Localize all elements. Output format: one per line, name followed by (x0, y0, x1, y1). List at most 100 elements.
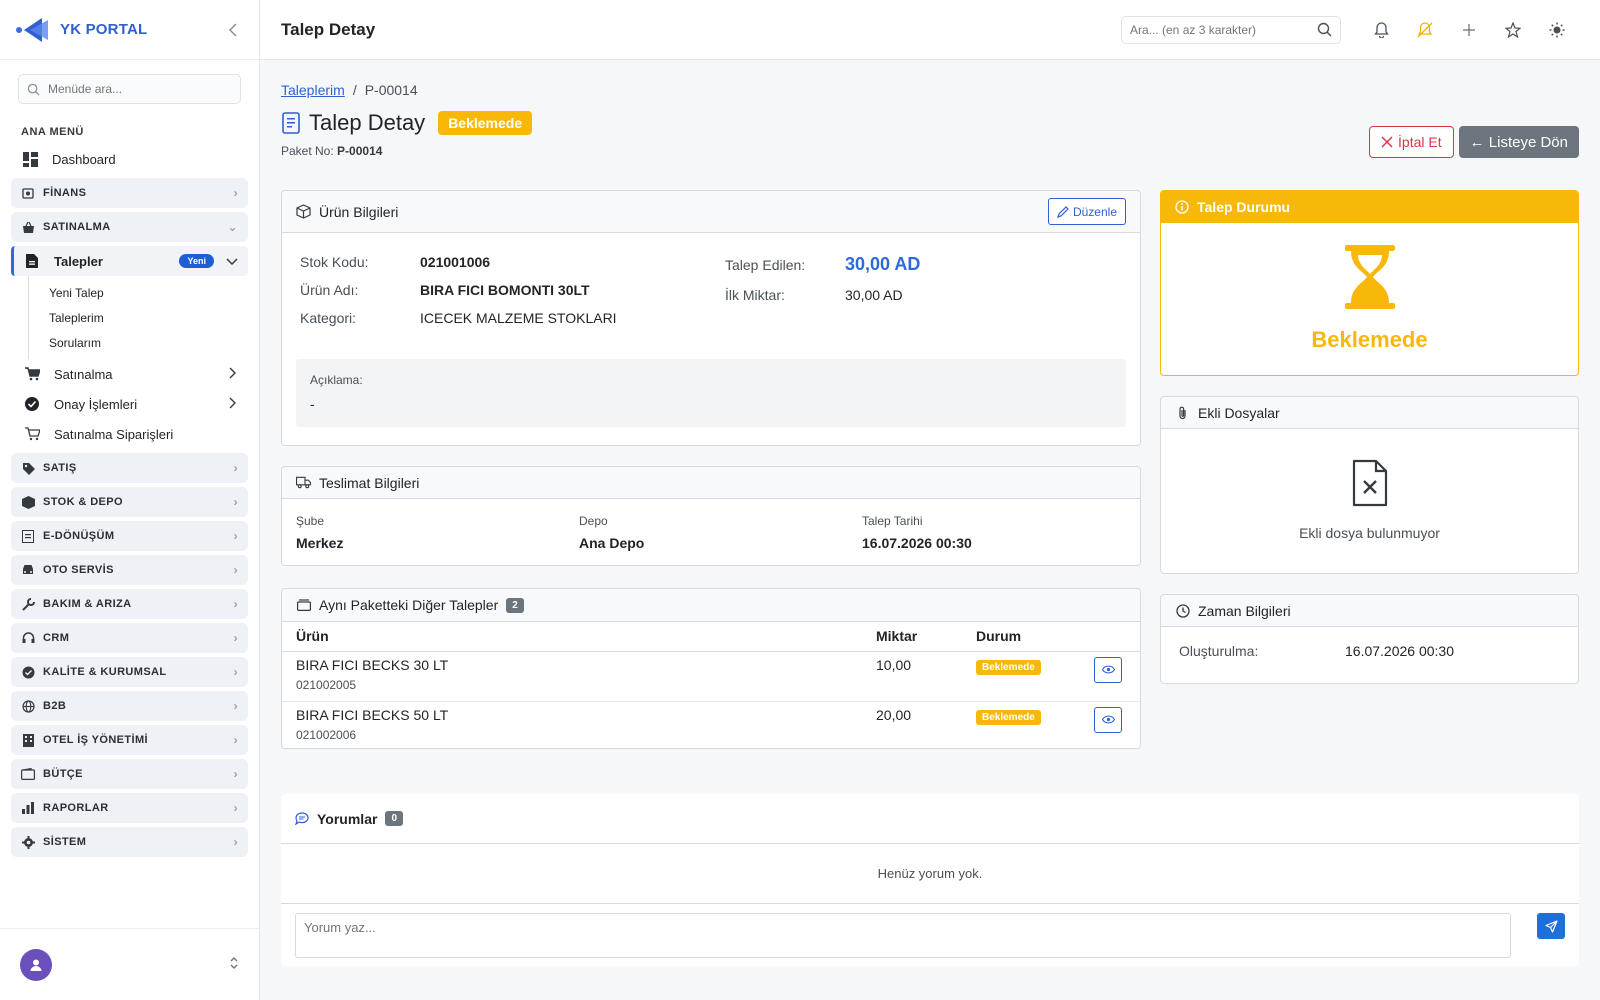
global-search[interactable] (1121, 15, 1341, 44)
request-status-header: Talep Durumu (1161, 191, 1578, 223)
search-icon[interactable] (1317, 22, 1332, 37)
product-name-row: Ürün Adı: BIRA FICI BOMONTI 30LT (300, 282, 590, 298)
sidebar-group-satis[interactable]: SATIŞ › (11, 453, 248, 483)
sidebar-group-label: RAPORLAR (43, 802, 109, 814)
sidebar-item-satinalma[interactable]: Satınalma (0, 359, 259, 389)
request-status-title: Talep Durumu (1197, 199, 1291, 215)
sidebar-item-dashboard[interactable]: Dashboard (0, 144, 259, 174)
sun-icon[interactable] (1535, 15, 1579, 45)
cancel-button[interactable]: İptal Et (1369, 126, 1454, 158)
topbar-icons (1359, 15, 1579, 45)
request-date-value: 16.07.2026 00:30 (862, 535, 972, 551)
sidebar-item-talepler[interactable]: Talepler Yeni (11, 246, 248, 276)
sidebar-group-label: STOK & DEPO (43, 496, 123, 508)
table-row: BIRA FICI BECKS 50 LT 021002006 20,00 Be… (282, 701, 1140, 751)
other-requests-header: Aynı Paketteki Diğer Talepler 2 (282, 589, 1140, 622)
comment-input[interactable] (295, 913, 1511, 958)
chat-icon (295, 812, 309, 825)
row-product-code: 021002006 (296, 727, 357, 742)
bell-slash-icon[interactable] (1403, 15, 1447, 45)
sidebar-group-stok[interactable]: STOK & DEPO › (11, 487, 248, 517)
category-label: Kategori: (300, 310, 357, 326)
product-card-title: Ürün Bilgileri (319, 203, 399, 220)
requested-value: 30,00 AD (845, 254, 921, 274)
status-cell: Beklemede (962, 701, 1080, 751)
edit-button[interactable]: Düzenle (1047, 198, 1126, 225)
tag-icon (21, 461, 35, 475)
sidebar-group-otel[interactable]: OTEL İŞ YÖNETİMİ › (11, 725, 248, 755)
chevron-right-icon: › (233, 767, 238, 781)
logo[interactable] (16, 13, 50, 47)
requested-row: Talep Edilen: 30,00 AD (725, 254, 920, 275)
sidebar-item-label: Satınalma (54, 366, 113, 382)
row-quantity: 10,00 (862, 651, 962, 702)
detail-title: Talep Detay (309, 110, 426, 135)
sidebar-group-crm[interactable]: CRM › (11, 623, 248, 653)
global-search-input[interactable] (1130, 22, 1310, 37)
file-icon (24, 253, 40, 269)
time-info-header: Zaman Bilgileri (1161, 595, 1578, 627)
back-to-list-button[interactable]: ← Listeye Dön (1458, 126, 1579, 158)
cancel-label: İptal Et (1398, 134, 1442, 150)
building-icon (21, 733, 35, 747)
sidebar-item-onay[interactable]: Onay İşlemleri (0, 389, 259, 419)
sidebar-group-bakim[interactable]: BAKIM & ARIZA › (11, 589, 248, 619)
brand-name: YK PORTAL (60, 21, 148, 38)
attached-files-header: Ekli Dosyalar (1161, 397, 1578, 429)
sidebar-subitem-taleplerim[interactable]: Taleplerim (29, 305, 259, 330)
layers-icon (296, 598, 311, 613)
box-icon (21, 495, 35, 509)
sidebar-subitem-yeni-talep[interactable]: Yeni Talep (29, 280, 259, 305)
sidebar-group-raporlar[interactable]: RAPORLAR › (11, 793, 248, 823)
collapse-sidebar-icon[interactable] (223, 20, 243, 40)
star-icon[interactable] (1491, 15, 1535, 45)
time-info-card: Zaman Bilgileri Oluşturulma: 16.07.2026 0… (1160, 594, 1579, 684)
menu-search[interactable] (18, 74, 241, 104)
document-icon (21, 529, 35, 543)
paperclip-icon (1175, 405, 1190, 420)
sidebar-group-b2b[interactable]: B2B › (11, 691, 248, 721)
chevron-right-icon: › (233, 597, 238, 611)
sidebar-group-finans[interactable]: FİNANS › (11, 178, 248, 208)
finance-icon (21, 186, 35, 200)
sidebar-group-butce[interactable]: BÜTÇE › (11, 759, 248, 789)
avatar[interactable] (20, 948, 52, 981)
status-cell: Beklemede (962, 651, 1080, 702)
wallet-icon (21, 767, 35, 781)
sidebar-group-kalite[interactable]: KALİTE & KURUMSAL › (11, 657, 248, 687)
header-actions: İptal Et ← Listeye Dön (1369, 126, 1579, 158)
wrench-icon (21, 597, 35, 611)
plus-icon[interactable] (1447, 15, 1491, 45)
sidebar-group-satinalma[interactable]: SATINALMA ⌄ (11, 212, 248, 242)
row-status-badge: Beklemede (976, 659, 1041, 675)
description-value: - (310, 396, 315, 412)
brand: YK PORTAL (0, 0, 259, 60)
sidebar-group-label: OTEL İŞ YÖNETİMİ (43, 734, 149, 746)
comments-section: Yorumlar 0 Henüz yorum yok. (281, 794, 1579, 966)
edit-label: Düzenle (1072, 204, 1117, 219)
packet-value: P-00014 (337, 144, 383, 158)
sidebar-group-oto[interactable]: OTO SERVİS › (11, 555, 248, 585)
breadcrumb-separator: / (352, 82, 357, 98)
breadcrumb-link-taleplerim[interactable]: Taleplerim (281, 82, 345, 98)
menu-search-input[interactable] (48, 82, 228, 96)
sidebar-group-edonusum[interactable]: E-DÖNÜŞÜM › (11, 521, 248, 551)
bell-icon[interactable] (1359, 15, 1403, 45)
expand-toggle-icon[interactable] (229, 956, 239, 973)
chevron-down-icon[interactable] (226, 254, 238, 269)
view-button[interactable] (1094, 656, 1122, 683)
sidebar-subitem-sorularim[interactable]: Sorularım (29, 330, 259, 355)
sidebar-group-label: E-DÖNÜŞÜM (43, 530, 115, 542)
gear-icon (21, 835, 35, 849)
sidebar-item-siparis[interactable]: Satınalma Siparişleri (0, 419, 259, 449)
category-value: ICECEK MALZEME STOKLARI (420, 310, 617, 326)
sidebar-group-label: KALİTE & KURUMSAL (43, 666, 167, 678)
sidebar-group-label: CRM (43, 632, 70, 644)
award-icon (21, 665, 35, 679)
view-button[interactable] (1094, 706, 1122, 733)
send-comment-button[interactable] (1537, 913, 1565, 939)
product-cell: BIRA FICI BECKS 50 LT 021002006 (282, 701, 862, 751)
branch-label: Şube (296, 514, 325, 528)
sidebar-group-sistem[interactable]: SİSTEM › (11, 827, 248, 857)
back-label: ← Listeye Dön (1469, 133, 1568, 151)
